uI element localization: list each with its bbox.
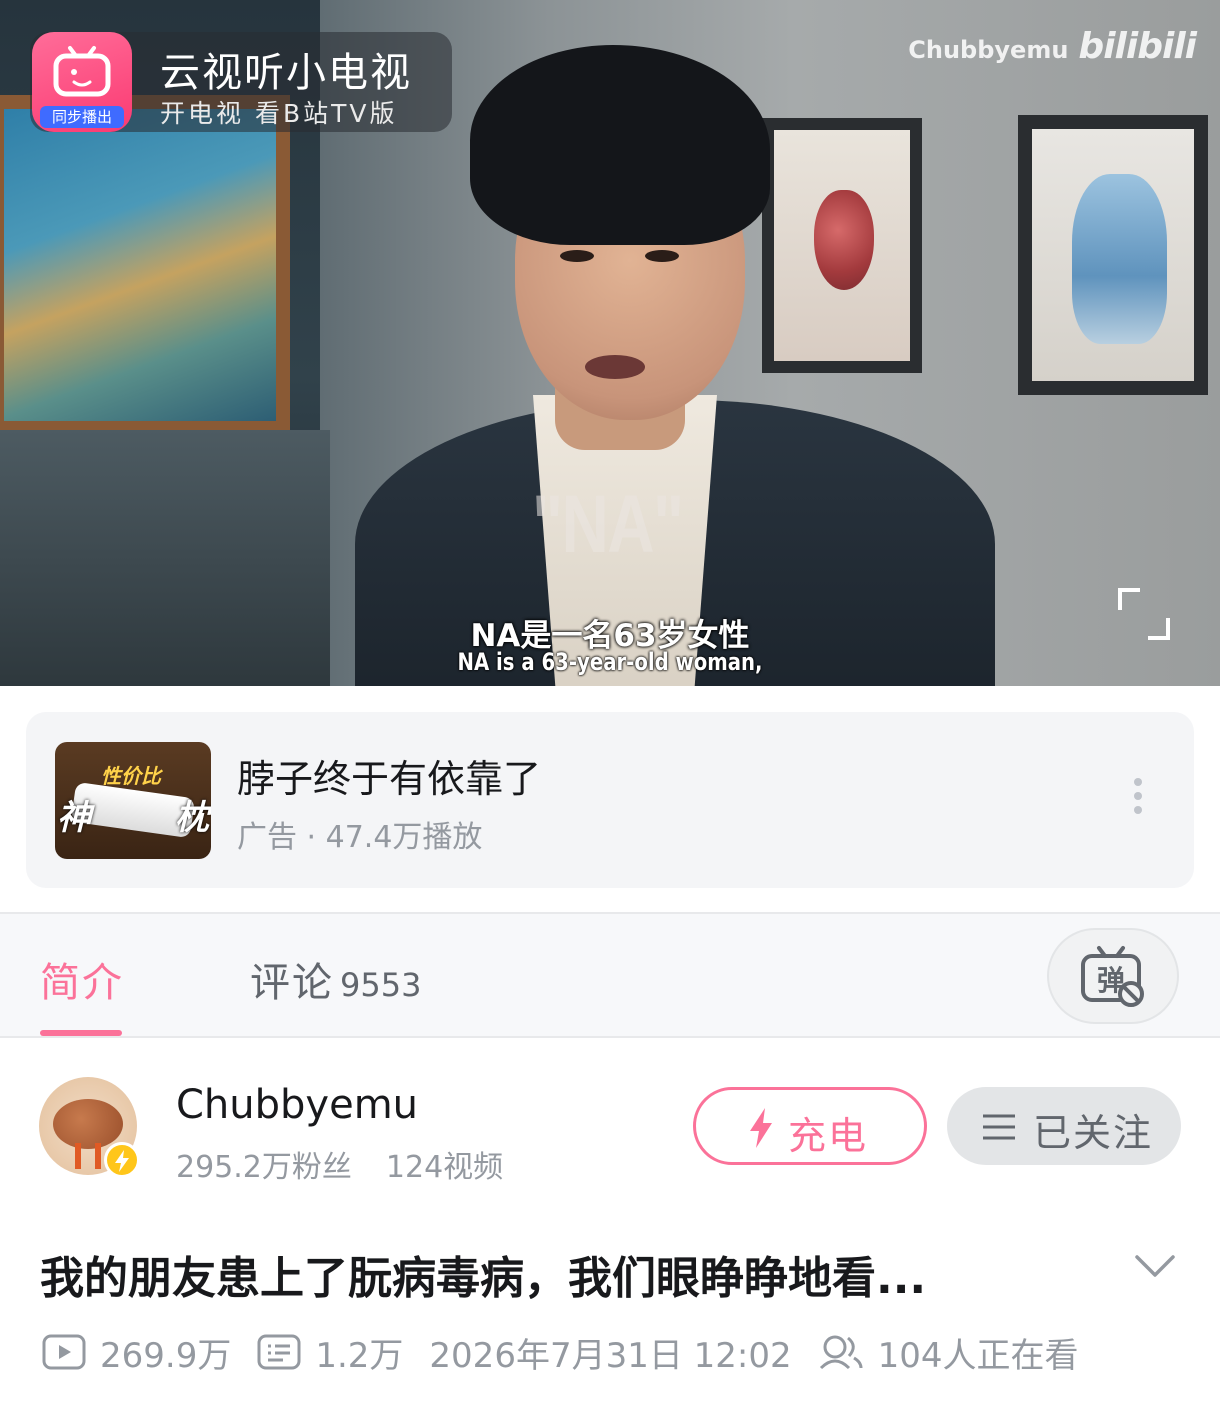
follow-label: 已关注: [1033, 1111, 1154, 1155]
danmaku-off-icon: 弹: [1081, 946, 1144, 1007]
tab-comments-count: 9553: [340, 966, 422, 1004]
tv-app-promo-badge[interactable]: 同步播出 云视听小电视 开电视 看B站TV版: [30, 32, 452, 132]
danmaku-count-value: 1.2万: [315, 1335, 404, 1376]
presenter-mouth: [585, 355, 645, 379]
on-screen-caption: "NA": [532, 479, 684, 570]
avatar-bird-leg: [95, 1143, 101, 1169]
video-painting-left: [0, 95, 290, 435]
avatar-bird-leg: [75, 1143, 81, 1169]
follower-count: 295.2万粉丝: [176, 1150, 352, 1185]
subtitle-english: NA is a 63-year-old woman,: [457, 648, 763, 676]
charge-badge-icon: [104, 1142, 140, 1178]
tab-comments-label: 评论: [250, 960, 334, 1006]
tv-icon: [53, 46, 111, 97]
ad-thumb-text-right: 枕: [175, 798, 209, 838]
channel-watermark-name: Chubbyemu: [908, 36, 1069, 64]
publish-time: 2026年7月31日 12:02: [429, 1328, 791, 1377]
ad-thumb-text-left: 神: [57, 798, 91, 838]
video-frame-right: [1018, 115, 1208, 395]
tab-comments[interactable]: 评论 9553: [250, 950, 421, 1008]
publish-time-value: 2026年7月31日 12:02: [429, 1335, 792, 1376]
ad-card[interactable]: 性价比 神 枕 脖子终于有依靠了 广告 · 47.4万播放: [26, 712, 1194, 888]
avatar-bird: [53, 1099, 123, 1149]
presenter-eye-left: [560, 250, 594, 262]
tv-app-subtitle: 开电视 看B站TV版: [160, 99, 398, 128]
ad-thumbnail: 性价比 神 枕: [55, 742, 211, 859]
watching-now-value: 104人正在看: [877, 1335, 1079, 1376]
tv-app-title: 云视听小电视: [160, 50, 412, 96]
channel-watermark: Chubbyemu bilibili: [908, 26, 1197, 67]
tab-bar: 简介 评论 9553 弹: [0, 914, 1220, 1036]
tab-intro[interactable]: 简介: [40, 950, 124, 1008]
sync-broadcast-label: 同步播出: [40, 106, 124, 128]
follow-button[interactable]: 已关注: [947, 1087, 1181, 1165]
presenter-eye-right: [645, 250, 679, 262]
chevron-down-icon[interactable]: [1134, 1252, 1176, 1280]
charge-label: 充电: [788, 1114, 869, 1158]
video-count: 124视频: [385, 1150, 504, 1185]
ad-title: 脖子终于有依靠了: [237, 757, 542, 801]
watching-now: 104人正在看: [818, 1328, 1079, 1377]
divider: [0, 1036, 1220, 1038]
ad-thumb-text-top: 性价比: [101, 764, 161, 788]
danmaku-count-icon: [257, 1334, 301, 1370]
view-count-value: 269.9万: [100, 1335, 232, 1376]
tv-app-icon: 同步播出: [32, 32, 132, 132]
play-count-icon: [42, 1334, 86, 1370]
danmaku-toggle-button[interactable]: 弹: [1047, 928, 1179, 1024]
presenter-hair: [470, 45, 770, 245]
more-options-icon[interactable]: [1128, 778, 1148, 822]
video-frame-heart: [762, 118, 922, 373]
view-count: 269.9万: [42, 1328, 231, 1377]
danmaku-count: 1.2万: [257, 1328, 403, 1377]
video-player[interactable]: "NA" 同步播出 云视听小电视 开电视 看B站TV版 Chubbyemu bi…: [0, 0, 1220, 686]
ad-meta: 广告 · 47.4万播放: [237, 820, 483, 855]
video-title: 我的朋友患上了朊病毒病，我们眼睁睁地看...: [40, 1253, 927, 1304]
lightning-icon: [750, 1108, 772, 1148]
menu-lines-icon: [983, 1114, 1015, 1140]
people-icon: [819, 1335, 863, 1370]
charge-button[interactable]: 充电: [693, 1087, 927, 1165]
video-stats-row: 269.9万 1.2万 2026年7月31日 12:02 104人正在看: [42, 1328, 1079, 1376]
bilibili-logo: bilibili: [1078, 26, 1197, 67]
fullscreen-icon[interactable]: [1116, 586, 1172, 642]
uploader-name[interactable]: Chubbyemu: [176, 1082, 418, 1128]
uploader-stats: 295.2万粉丝 124视频: [176, 1142, 503, 1186]
